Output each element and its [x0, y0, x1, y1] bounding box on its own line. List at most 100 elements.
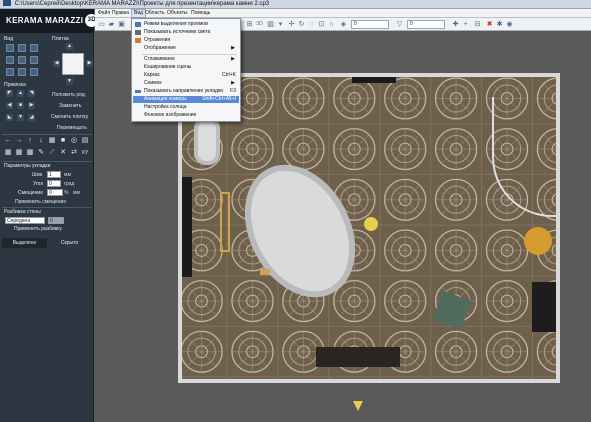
circle-icon[interactable]: ◎	[70, 137, 78, 145]
level-field[interactable]: 0	[351, 20, 389, 29]
view-3d-toggle[interactable]: 3D	[255, 20, 264, 29]
image-icon[interactable]: ▨	[266, 20, 275, 29]
rotate-icon[interactable]: ↻	[297, 20, 306, 29]
view-side-button[interactable]	[30, 44, 38, 52]
menu-region[interactable]: Область	[145, 9, 165, 18]
anchor-right-icon[interactable]: ▶	[28, 102, 35, 109]
menu-item-display[interactable]: Отображение ▶	[133, 45, 239, 52]
view-back-button[interactable]	[6, 68, 14, 76]
menu-item-background-image[interactable]: Фоновое изображение	[133, 112, 239, 119]
level-icon[interactable]: ◈	[339, 20, 348, 29]
tab-hidden[interactable]: Скрыто	[47, 238, 92, 248]
apply-split-button[interactable]: Применить разбивку	[14, 226, 62, 232]
pencil-icon[interactable]: ✎	[37, 149, 45, 157]
menu-item-light-sources[interactable]: Показывать источники света	[133, 29, 239, 36]
filter-field[interactable]: 0	[407, 20, 445, 29]
view-front-button[interactable]	[18, 44, 26, 52]
cursor-icon[interactable]: ✢	[287, 20, 296, 29]
menu-item-smoothing[interactable]: Сглаживание ▶	[133, 56, 239, 63]
circle-tool-icon[interactable]: ◌	[307, 20, 316, 29]
grid-small-icon[interactable]: ▦	[4, 149, 12, 157]
menu-help[interactable]: Помощь	[191, 9, 210, 18]
plus-icon[interactable]: +	[461, 20, 470, 29]
menu-objects[interactable]: Объекты	[167, 9, 188, 18]
view-3d-button[interactable]	[18, 56, 26, 64]
tab-selected[interactable]: Выделено	[2, 238, 47, 248]
anchor-top-icon[interactable]: ▲	[17, 90, 24, 97]
arrow-up-icon[interactable]: ↑	[26, 137, 34, 145]
wall-split-number[interactable]: 0	[48, 217, 64, 224]
open-folder-icon[interactable]: ▰	[107, 20, 116, 29]
move-button[interactable]: Перемещать	[57, 125, 87, 131]
paste-icon[interactable]: ⊟	[473, 20, 482, 29]
new-file-icon[interactable]: ▭	[97, 20, 106, 29]
menu-edit[interactable]: Правка	[112, 9, 129, 18]
menu-item-opening-select[interactable]: Режим выделения проемов	[133, 21, 239, 28]
arrow-down-icon[interactable]: ↓	[37, 137, 45, 145]
floorplan-icon[interactable]: ⊞	[245, 20, 254, 29]
dropdown-icon[interactable]: ▾	[276, 20, 285, 29]
delete-icon[interactable]: ✖	[485, 20, 494, 29]
view-bottom-button[interactable]	[18, 68, 26, 76]
menu-file[interactable]: Файл	[98, 9, 110, 18]
shift-field[interactable]: 1	[47, 171, 61, 178]
anchor-top-right-icon[interactable]: ◥	[28, 90, 35, 97]
cross-icon[interactable]: ✕	[59, 149, 67, 157]
replace-button[interactable]: Заменить	[59, 103, 81, 109]
xy-icon[interactable]: XY	[81, 149, 89, 157]
tile-right-arrow-icon[interactable]: ▶	[86, 60, 93, 67]
cabinet[interactable]	[532, 282, 556, 332]
offset-field[interactable]: 0	[47, 189, 63, 196]
anchor-bottom-right-icon[interactable]: ◢	[28, 114, 35, 121]
lay-row-button[interactable]: Положить ряд	[52, 92, 85, 98]
filter-icon[interactable]: ▽	[395, 20, 404, 29]
bottom-shelf[interactable]	[316, 347, 400, 367]
tile-preview[interactable]	[62, 53, 84, 75]
anchor-top-left-icon[interactable]: ◤	[6, 90, 13, 97]
sink[interactable]	[194, 117, 220, 165]
tile-down-arrow-icon[interactable]: ▼	[66, 78, 73, 85]
menu-item-snapshot[interactable]: Снимок ▶	[133, 80, 239, 87]
menu-item-scene-cache[interactable]: Кэширование сцены	[133, 64, 239, 71]
grid-large-icon[interactable]: ▩	[26, 149, 34, 157]
tile-left-arrow-icon[interactable]: ◀	[53, 60, 60, 67]
anchor-left-icon[interactable]: ◀	[6, 102, 13, 109]
wall-cabinet[interactable]	[182, 177, 192, 277]
eye-icon[interactable]: ◉	[505, 20, 514, 29]
anchor-bottom-icon[interactable]: ▼	[17, 114, 24, 121]
change-tile-button[interactable]: Сменить плитку	[51, 114, 88, 120]
apply-offset-button[interactable]: Применить смещение	[15, 199, 66, 205]
arrow-left-icon[interactable]: ←	[4, 137, 12, 145]
magnet-icon[interactable]: ∩	[327, 20, 336, 29]
angle-field[interactable]: 0	[47, 180, 61, 187]
menu-item-camera-animation[interactable]: Анимация камеры Shift+Ctrl+Alt+I	[133, 96, 239, 103]
menu-item-reflections[interactable]: Отражения	[133, 37, 239, 44]
wall-split-select[interactable]: Середина	[5, 217, 45, 224]
menu-item-layout-direction[interactable]: Показывать направление укладки F3	[133, 88, 239, 95]
menu-item-wireframe[interactable]: Каркас Ctrl+K	[133, 72, 239, 79]
arrow-right-icon[interactable]: →	[15, 137, 23, 145]
grid-icon[interactable]: ▦	[48, 137, 56, 145]
menu-item-sun-settings[interactable]: Настройка солнца	[133, 104, 239, 111]
menu-view[interactable]: Вид	[131, 9, 147, 18]
grid-medium-icon[interactable]: ▦	[15, 149, 23, 157]
fit-icon[interactable]: ⊡	[317, 20, 326, 29]
round-table[interactable]	[524, 227, 552, 255]
anchor-bottom-left-icon[interactable]: ◣	[6, 114, 13, 121]
view-iso-button[interactable]	[30, 68, 38, 76]
view-top-button[interactable]	[6, 44, 14, 52]
camera-marker-icon[interactable]	[353, 401, 363, 411]
view-left-button[interactable]	[6, 56, 14, 64]
towel-rail[interactable]	[220, 192, 230, 252]
tile-up-arrow-icon[interactable]: ▲	[66, 43, 73, 50]
save-icon[interactable]: ▣	[117, 20, 126, 29]
swap-icon[interactable]: ⇄	[70, 149, 78, 157]
add-icon[interactable]: ✚	[451, 20, 460, 29]
anchor-center-icon[interactable]: ■	[17, 102, 24, 109]
square-icon[interactable]: ■	[59, 137, 67, 145]
view-right-button[interactable]	[30, 56, 38, 64]
diagonal-icon[interactable]: ⟋	[48, 149, 56, 157]
layers-icon[interactable]: ▤	[81, 137, 89, 145]
settings-icon[interactable]: ✱	[495, 20, 504, 29]
top-shelf[interactable]	[352, 77, 396, 83]
